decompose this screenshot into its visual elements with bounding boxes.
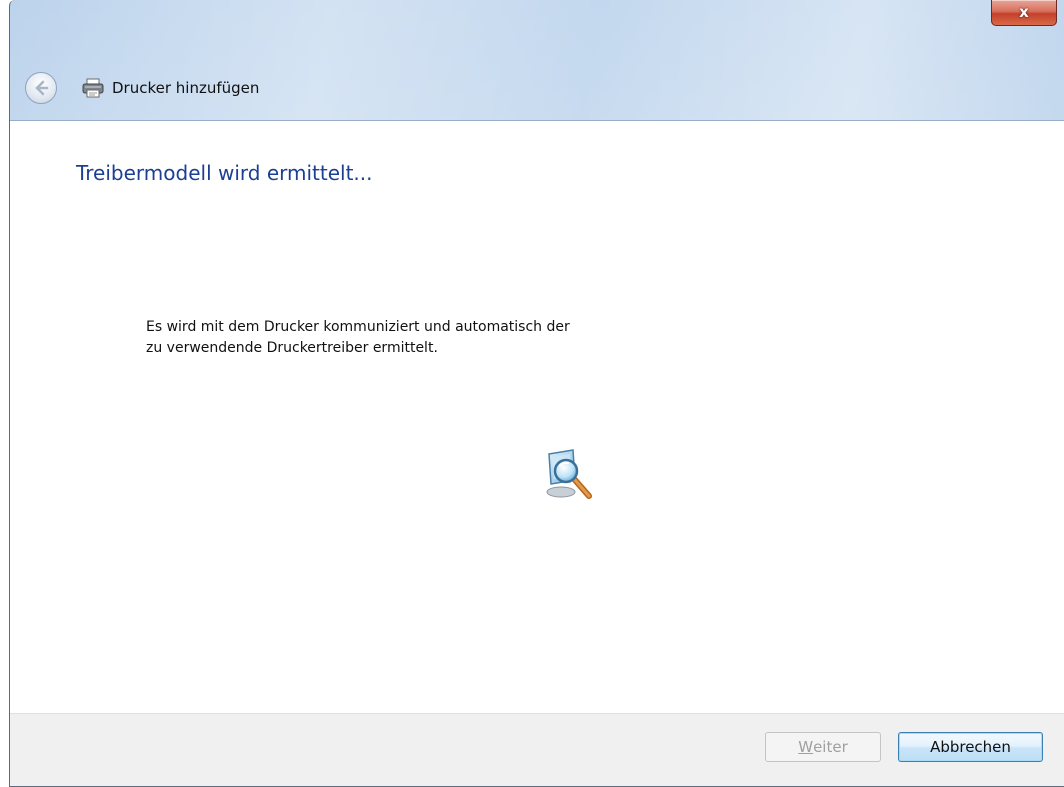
wizard-content: Treibermodell wird ermittelt... Es wird … bbox=[10, 120, 1064, 714]
computer-magnifier-icon bbox=[546, 449, 592, 499]
next-label-mnemonic: W bbox=[798, 738, 814, 756]
back-arrow-icon bbox=[35, 80, 49, 96]
navigation-bar: Drucker hinzufügen bbox=[10, 70, 1064, 108]
back-button[interactable] bbox=[25, 72, 57, 104]
description-text: Es wird mit dem Drucker kommuniziert und… bbox=[146, 317, 766, 359]
next-label-rest: eiter bbox=[813, 738, 848, 756]
page-title: Treibermodell wird ermittelt... bbox=[76, 161, 373, 185]
cancel-button[interactable]: Abbrechen bbox=[898, 732, 1043, 762]
wizard-footer: Weiter Abbrechen bbox=[10, 713, 1064, 786]
window-title: Drucker hinzufügen bbox=[112, 79, 260, 97]
dialog-window: x Drucker hinzufügen Treibermodell wird … bbox=[9, 0, 1064, 787]
next-button[interactable]: Weiter bbox=[765, 732, 881, 762]
description-line-1: Es wird mit dem Drucker kommuniziert und… bbox=[146, 319, 570, 335]
description-line-2: zu verwendende Druckertreiber ermittelt. bbox=[146, 340, 438, 356]
printer-icon bbox=[82, 78, 104, 98]
close-icon: x bbox=[1019, 3, 1029, 21]
close-button[interactable]: x bbox=[991, 0, 1057, 26]
